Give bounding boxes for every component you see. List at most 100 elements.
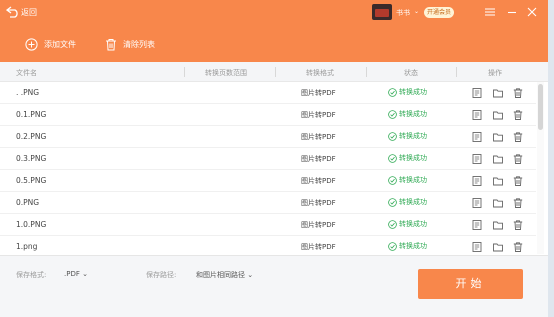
minimize-icon[interactable] [506,6,518,18]
table-row[interactable]: 0.PNG 图片转PDF 转换成功 [0,192,536,214]
delete-icon[interactable] [512,87,524,99]
vip-badge[interactable]: 开通会员 [424,7,455,18]
check-circle-icon [388,131,397,141]
back-label[interactable]: 返回 [21,7,37,18]
convert-format: 图片转PDF [301,221,336,229]
delete-icon[interactable] [512,241,524,253]
delete-icon[interactable] [512,153,524,165]
save-format-label: 保存格式: [16,271,47,279]
file-name: 0.5.PNG [16,176,47,185]
convert-format: 图片转PDF [301,243,336,251]
status-badge: 转换成功 [388,87,427,97]
add-file-button[interactable]: 添加文件 [25,37,76,51]
clear-list-label: 清除列表 [123,39,155,49]
status-text: 转换成功 [399,88,427,96]
convert-format: 图片转PDF [301,111,336,119]
check-circle-icon [388,109,397,119]
status-badge: 转换成功 [388,131,427,141]
header-divider [456,67,457,77]
file-name: 1.0.PNG [16,220,47,229]
open-file-icon[interactable] [471,153,483,165]
status-text: 转换成功 [399,176,427,184]
start-button[interactable]: 开始 [418,269,523,299]
status-badge: 转换成功 [388,197,427,207]
menu-icon[interactable] [484,6,496,18]
header-divider [275,67,276,77]
header-format: 转换格式 [306,69,334,77]
folder-icon[interactable] [492,219,504,231]
folder-icon[interactable] [492,131,504,143]
trash-icon [106,38,116,50]
open-file-icon[interactable] [471,109,483,121]
status-badge: 转换成功 [388,241,427,251]
converter-window: 返回 书书 ⌄ 开通会员 添加文件 清除列表 文件名 转换页数范围 转换格式 状… [0,0,548,317]
open-file-icon[interactable] [471,175,483,187]
title-bar: 返回 书书 ⌄ 开通会员 [0,0,548,26]
table-row[interactable]: 1.0.PNG 图片转PDF 转换成功 [0,214,536,236]
open-file-icon[interactable] [471,87,483,99]
file-name: 0.1.PNG [16,110,47,119]
username-label[interactable]: 书书 [396,8,410,18]
folder-icon[interactable] [492,109,504,121]
convert-format: 图片转PDF [301,133,336,141]
header-divider [184,67,185,77]
add-file-label: 添加文件 [44,39,76,49]
header-divider [366,67,367,77]
back-arrow-icon[interactable] [6,6,20,18]
status-badge: 转换成功 [388,153,427,163]
open-file-icon[interactable] [471,131,483,143]
chevron-down-icon: ⌄ [82,270,88,278]
status-badge: 转换成功 [388,109,427,119]
delete-icon[interactable] [512,175,524,187]
convert-format: 图片转PDF [301,199,336,207]
folder-icon[interactable] [492,241,504,253]
header-page-range: 转换页数范围 [205,69,247,77]
table-row[interactable]: 0.2.PNG 图片转PDF 转换成功 [0,126,536,148]
status-text: 转换成功 [399,154,427,162]
folder-icon[interactable] [492,87,504,99]
file-name: 1.png [16,242,38,251]
table-row[interactable]: 0.3.PNG 图片转PDF 转换成功 [0,148,536,170]
check-circle-icon [388,87,397,97]
file-name: 0.3.PNG [16,154,47,163]
header-actions: 操作 [488,69,502,77]
file-list: . .PNG 图片转PDF 转换成功 0.1.PNG 图片转PDF 转换成功 0.2.PNG… [0,82,536,254]
delete-icon[interactable] [512,197,524,209]
save-format-value: .PDF [64,270,80,278]
status-text: 转换成功 [399,198,427,206]
status-badge: 转换成功 [388,219,427,229]
table-row[interactable]: 0.5.PNG 图片转PDF 转换成功 [0,170,536,192]
check-circle-icon [388,197,397,207]
folder-icon[interactable] [492,153,504,165]
header-status: 状态 [404,69,418,77]
scrollbar-thumb[interactable] [538,84,543,130]
clear-list-button[interactable]: 清除列表 [105,37,155,51]
open-file-icon[interactable] [471,241,483,253]
save-path-label: 保存路径: [146,271,177,279]
status-text: 转换成功 [399,242,427,250]
scrollbar[interactable] [537,82,544,254]
save-format-select[interactable]: .PDF ⌄ [64,270,88,278]
open-file-icon[interactable] [471,197,483,209]
footer-bar: 保存格式: .PDF ⌄ 保存路径: 和图片相同路径 ⌄ 开始 [0,255,548,317]
open-file-icon[interactable] [471,219,483,231]
user-avatar[interactable] [372,4,392,20]
chevron-down-icon[interactable]: ⌄ [414,8,419,15]
table-row[interactable]: 0.1.PNG 图片转PDF 转换成功 [0,104,536,126]
delete-icon[interactable] [512,131,524,143]
status-badge: 转换成功 [388,175,427,185]
save-path-value: 和图片相同路径 [196,271,245,279]
save-path-select[interactable]: 和图片相同路径 ⌄ [196,270,253,280]
status-text: 转换成功 [399,132,427,140]
delete-icon[interactable] [512,109,524,121]
convert-format: 图片转PDF [301,177,336,185]
folder-icon[interactable] [492,175,504,187]
delete-icon[interactable] [512,219,524,231]
table-row[interactable]: . .PNG 图片转PDF 转换成功 [0,82,536,104]
close-icon[interactable] [526,6,538,18]
table-row[interactable]: 1.png 图片转PDF 转换成功 [0,236,536,254]
file-name: . .PNG [16,88,40,97]
convert-format: 图片转PDF [301,155,336,163]
folder-icon[interactable] [492,197,504,209]
status-text: 转换成功 [399,110,427,118]
